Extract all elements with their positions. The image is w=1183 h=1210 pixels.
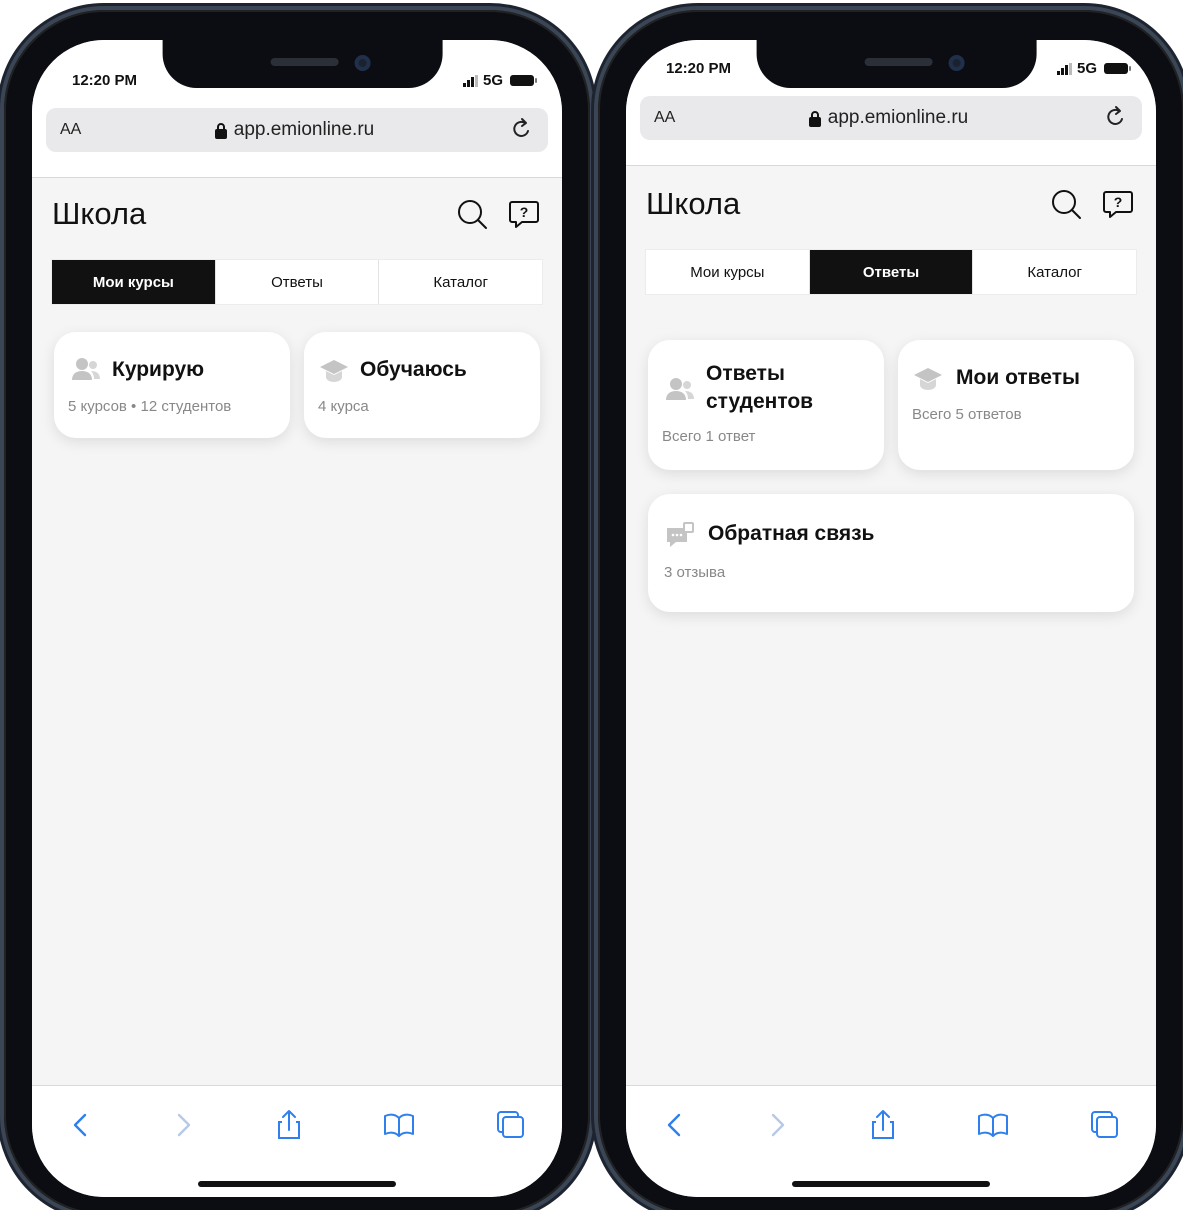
back-icon[interactable] [64, 1108, 98, 1142]
tabs-icon[interactable] [1088, 1108, 1122, 1142]
card-subtitle: Всего 5 ответов [912, 406, 1022, 423]
network-label: 5G [1076, 60, 1097, 77]
card-subtitle: 4 курса [318, 398, 369, 415]
users-icon [666, 378, 694, 400]
segmented-tabs: Мои курсы Ответы Каталог [52, 260, 542, 304]
card-my-answers[interactable]: Мои ответы Всего 5 ответов [898, 340, 1134, 470]
card-title: Мои ответы [956, 366, 1080, 389]
home-indicator[interactable] [792, 1181, 990, 1187]
card-subtitle: 3 отзыва [664, 564, 726, 581]
search-icon[interactable] [454, 196, 490, 232]
front-camera [354, 55, 371, 71]
card-title: Обучаюсь [360, 358, 467, 381]
bookmarks-icon[interactable] [382, 1108, 416, 1142]
signal-icon [462, 74, 478, 87]
lock-icon [808, 110, 821, 127]
status-indicators: 5G [1056, 60, 1131, 77]
help-chat-icon[interactable]: ? [506, 196, 542, 232]
url-text: app.emionline.ru [827, 107, 969, 128]
page-title: Школа [52, 196, 147, 231]
address-bar[interactable]: AA app.emionline.ru [46, 108, 548, 152]
card-feedback[interactable]: Обратная связь 3 отзыва [648, 494, 1134, 612]
phone-frame-right: 12:20 PM 5G AA app.emionline.ru Школа ? … [598, 10, 1183, 1210]
text-size-button[interactable]: AA [654, 109, 714, 127]
battery-icon [1104, 63, 1131, 74]
tabs-icon[interactable] [494, 1108, 528, 1142]
url-display[interactable]: app.emionline.ru [120, 119, 508, 141]
reload-icon[interactable] [1102, 105, 1128, 131]
url-display[interactable]: app.emionline.ru [714, 107, 1102, 129]
help-chat-icon[interactable]: ? [1100, 186, 1136, 222]
card-student-answers[interactable]: Ответы студентов Всего 1 ответ [648, 340, 884, 470]
share-icon[interactable] [272, 1108, 306, 1142]
card-curating[interactable]: Курирую 5 курсов • 12 студентов [54, 332, 290, 438]
tab-answers[interactable]: Ответы [809, 250, 974, 294]
text-size-button[interactable]: AA [60, 121, 120, 139]
page-header: Школа ? [52, 190, 542, 250]
phone-frame-left: 12:20 PM 5G AA app.emionline.ru Школа ? … [4, 10, 590, 1210]
notch [162, 40, 443, 88]
tab-catalog[interactable]: Каталог [379, 260, 542, 304]
back-icon[interactable] [658, 1108, 692, 1142]
address-bar[interactable]: AA app.emionline.ru [640, 96, 1142, 140]
card-title: Ответы студентов [706, 360, 813, 416]
status-indicators: 5G [462, 72, 537, 89]
card-title: Курирую [112, 358, 205, 381]
card-title-line: студентов [706, 390, 814, 413]
share-icon[interactable] [866, 1108, 900, 1142]
status-time: 12:20 PM [72, 72, 138, 89]
tab-my-courses[interactable]: Мои курсы [52, 260, 216, 304]
feedback-chat-icon [667, 522, 694, 547]
users-icon [72, 358, 100, 380]
card-subtitle: 5 курсов • 12 студентов [68, 398, 232, 415]
phone-screen: 12:20 PM 5G AA app.emionline.ru Школа ? … [32, 40, 562, 1197]
reload-icon[interactable] [508, 117, 534, 143]
url-text: app.emionline.ru [233, 119, 375, 140]
svg-text:?: ? [520, 204, 529, 220]
bookmarks-icon[interactable] [976, 1108, 1010, 1142]
browser-bottom-bar [626, 1085, 1156, 1197]
battery-icon [510, 75, 537, 86]
status-time: 12:20 PM [666, 60, 732, 77]
front-camera [948, 55, 965, 71]
tab-catalog[interactable]: Каталог [973, 250, 1136, 294]
signal-icon [1056, 62, 1072, 75]
lock-icon [214, 122, 227, 139]
network-label: 5G [482, 72, 503, 89]
page-title: Школа [646, 186, 741, 221]
card-title: Обратная связь [708, 522, 875, 545]
graduation-cap-icon [320, 360, 348, 382]
page-header: Школа ? [646, 180, 1136, 240]
home-indicator[interactable] [198, 1181, 396, 1187]
forward-icon[interactable] [760, 1108, 794, 1142]
graduation-cap-icon [914, 368, 942, 390]
segmented-tabs: Мои курсы Ответы Каталог [646, 250, 1136, 294]
search-icon[interactable] [1048, 186, 1084, 222]
phone-screen: 12:20 PM 5G AA app.emionline.ru Школа ? … [626, 40, 1156, 1197]
tab-my-courses[interactable]: Мои курсы [646, 250, 810, 294]
svg-text:?: ? [1114, 194, 1123, 210]
notch [756, 40, 1037, 88]
browser-bottom-bar [32, 1085, 562, 1197]
card-subtitle: Всего 1 ответ [662, 428, 756, 445]
card-title-line: Ответы [706, 362, 785, 385]
forward-icon[interactable] [166, 1108, 200, 1142]
tab-answers[interactable]: Ответы [216, 260, 380, 304]
card-learning[interactable]: Обучаюсь 4 курса [304, 332, 540, 438]
